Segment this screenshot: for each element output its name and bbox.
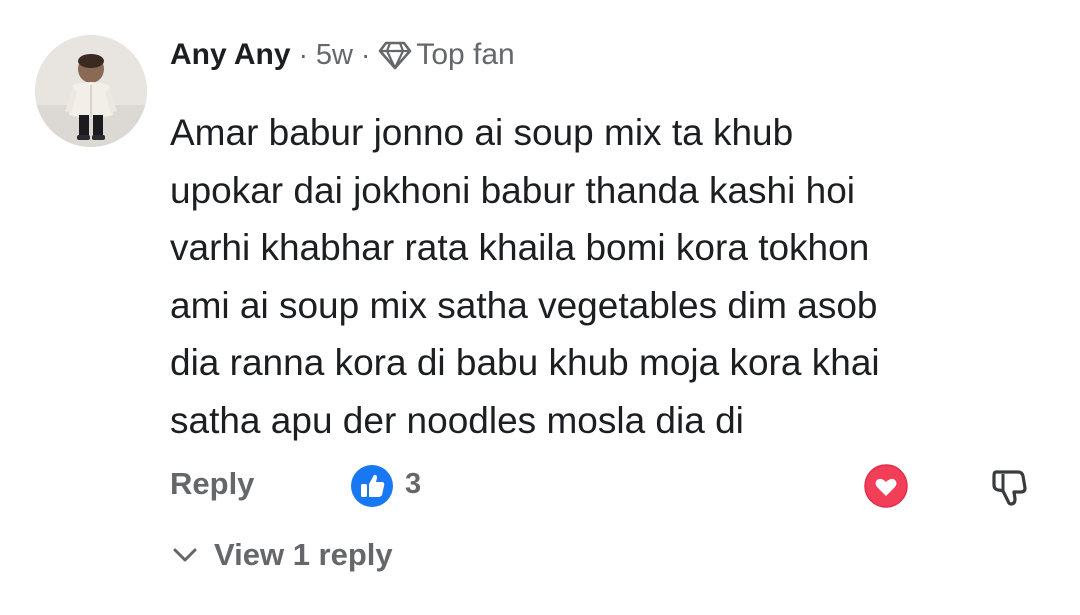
heart-icon[interactable] — [864, 464, 908, 508]
diamond-icon — [378, 40, 412, 70]
reply-button[interactable]: Reply — [170, 466, 254, 502]
comment-text: Amar babur jonno ai soup mix ta khub upo… — [170, 112, 880, 441]
comment-header: Any Any · 5w · Top fan — [170, 38, 515, 72]
timestamp[interactable]: 5w — [316, 39, 353, 72]
separator: · — [298, 39, 308, 70]
view-replies-link[interactable]: View 1 reply — [170, 537, 393, 573]
thumbs-up-icon[interactable] — [350, 464, 394, 508]
avatar[interactable] — [35, 35, 147, 147]
author-name[interactable]: Any Any — [170, 38, 291, 72]
chevron-down-icon — [170, 540, 200, 570]
thumbs-down-icon[interactable] — [988, 464, 1032, 508]
avatar-photo — [35, 35, 147, 147]
separator: · — [360, 39, 371, 70]
comment: Any Any · 5w · Top fan Amar babur jonno … — [0, 0, 1080, 615]
view-replies-label[interactable]: View 1 reply — [214, 537, 393, 573]
top-fan-badge: Top fan — [416, 38, 515, 71]
comment-actions: Reply 3 — [170, 462, 1040, 512]
like-count[interactable]: 3 — [405, 468, 421, 501]
